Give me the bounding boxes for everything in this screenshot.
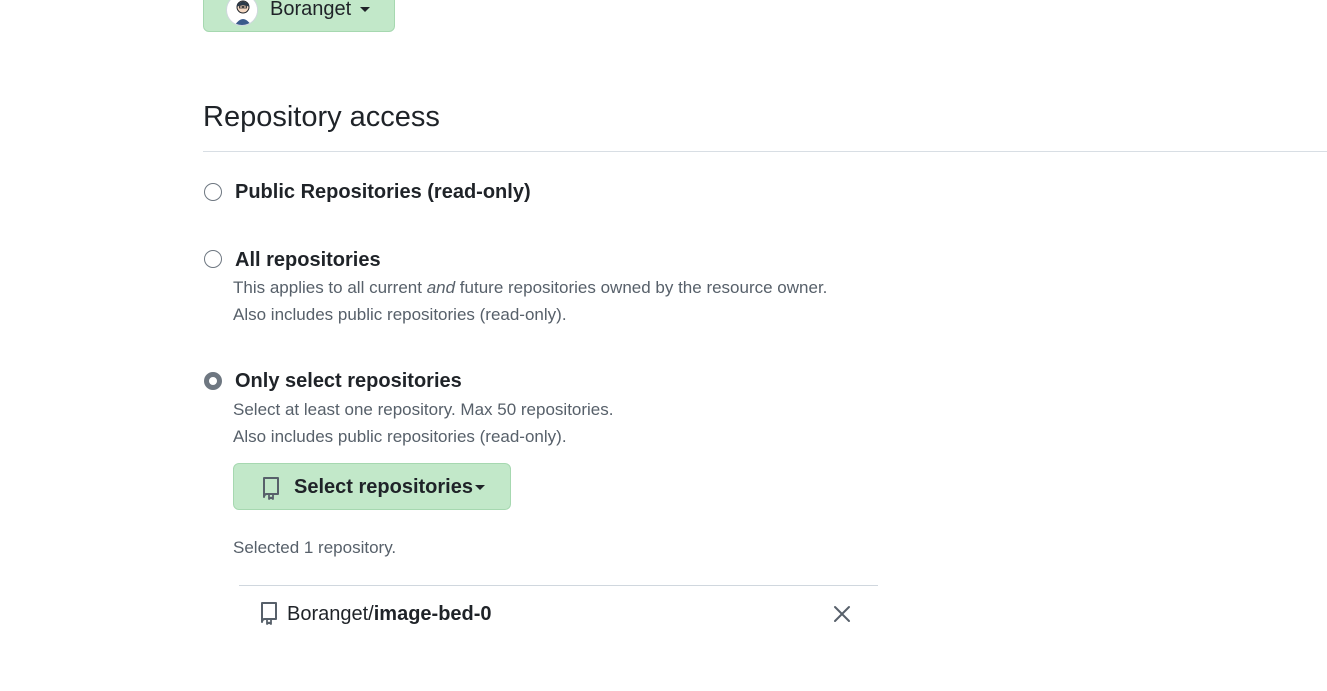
option-note-all-repositories: This applies to all current and future r… bbox=[233, 277, 827, 299]
select-repositories-button[interactable]: Select repositories bbox=[233, 463, 511, 510]
radio-only-select-repositories[interactable] bbox=[204, 372, 222, 390]
chevron-down-icon bbox=[360, 7, 370, 12]
repository-short-name: image-bed-0 bbox=[373, 603, 492, 625]
radio-all-repositories[interactable] bbox=[204, 250, 222, 268]
close-icon[interactable] bbox=[831, 603, 853, 625]
option-note-all-repositories-public: Also includes public repositories (read-… bbox=[233, 305, 567, 324]
section-divider bbox=[203, 151, 1327, 152]
repository-name: Boranget/image-bed-0 bbox=[287, 602, 492, 626]
option-label-only-select-repositories[interactable]: Only select repositories bbox=[235, 369, 462, 393]
section-title: Repository access bbox=[203, 101, 440, 133]
selected-repositories-count: Selected 1 repository. bbox=[233, 538, 397, 557]
repository-owner: Boranget/ bbox=[287, 603, 374, 625]
repo-icon bbox=[261, 476, 281, 505]
option-label-public-repositories[interactable]: Public Repositories (read-only) bbox=[235, 180, 531, 204]
note-emphasis: and bbox=[426, 278, 456, 297]
note-text: This applies to all current bbox=[233, 278, 427, 297]
list-item: Boranget/image-bed-0 bbox=[239, 586, 878, 642]
select-repositories-label: Select repositories bbox=[294, 476, 473, 498]
option-note-select-public: Also includes public repositories (read-… bbox=[233, 427, 567, 446]
chevron-down-icon bbox=[475, 485, 485, 490]
note-text: future repositories owned by the resourc… bbox=[455, 278, 828, 297]
resource-owner-label: Boranget bbox=[270, 0, 352, 20]
radio-public-repositories[interactable] bbox=[204, 183, 222, 201]
option-note-select-limit: Select at least one repository. Max 50 r… bbox=[233, 400, 614, 419]
option-label-all-repositories[interactable]: All repositories bbox=[235, 248, 381, 272]
repo-icon bbox=[259, 601, 279, 630]
